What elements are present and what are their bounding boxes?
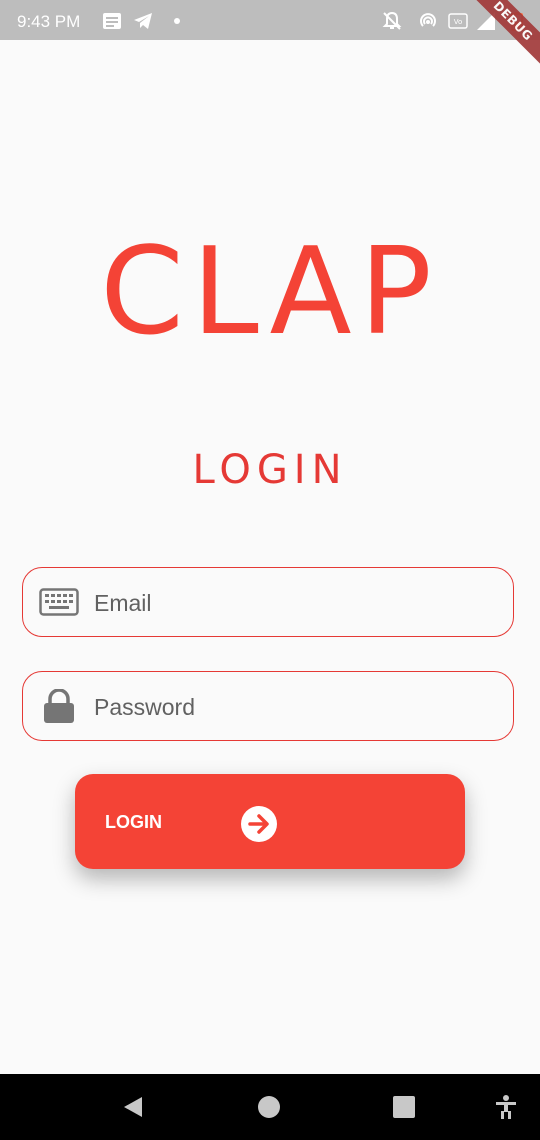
keyboard-icon xyxy=(39,588,79,616)
notes-icon xyxy=(103,13,121,29)
dot-icon xyxy=(174,18,180,24)
volte-icon: Vo xyxy=(448,13,468,29)
telegram-icon xyxy=(134,13,152,29)
password-placeholder: Password xyxy=(94,694,195,720)
status-bar: 9:43 PM Vo DEBUG xyxy=(0,0,540,75)
status-time: 9:43 PM xyxy=(17,12,81,31)
svg-text:Vo: Vo xyxy=(454,18,463,26)
lock-icon xyxy=(44,689,74,723)
email-placeholder: Email xyxy=(94,590,152,616)
arrow-right-circle-icon xyxy=(241,806,277,842)
home-icon[interactable] xyxy=(256,1094,282,1120)
page-title: LOGIN xyxy=(192,447,348,493)
navigation-bar xyxy=(0,1074,540,1140)
hotspot-icon xyxy=(420,13,436,27)
login-button[interactable]: LOGIN xyxy=(75,774,465,869)
login-button-label: LOGIN xyxy=(105,812,162,832)
notifications-off-icon xyxy=(382,11,402,30)
recents-icon[interactable] xyxy=(391,1094,417,1120)
app-logo: CLAP xyxy=(100,223,440,362)
back-icon[interactable] xyxy=(120,1094,146,1120)
accessibility-icon[interactable] xyxy=(493,1094,519,1120)
password-field[interactable]: Password xyxy=(22,671,514,741)
email-field[interactable]: Email xyxy=(22,567,514,637)
